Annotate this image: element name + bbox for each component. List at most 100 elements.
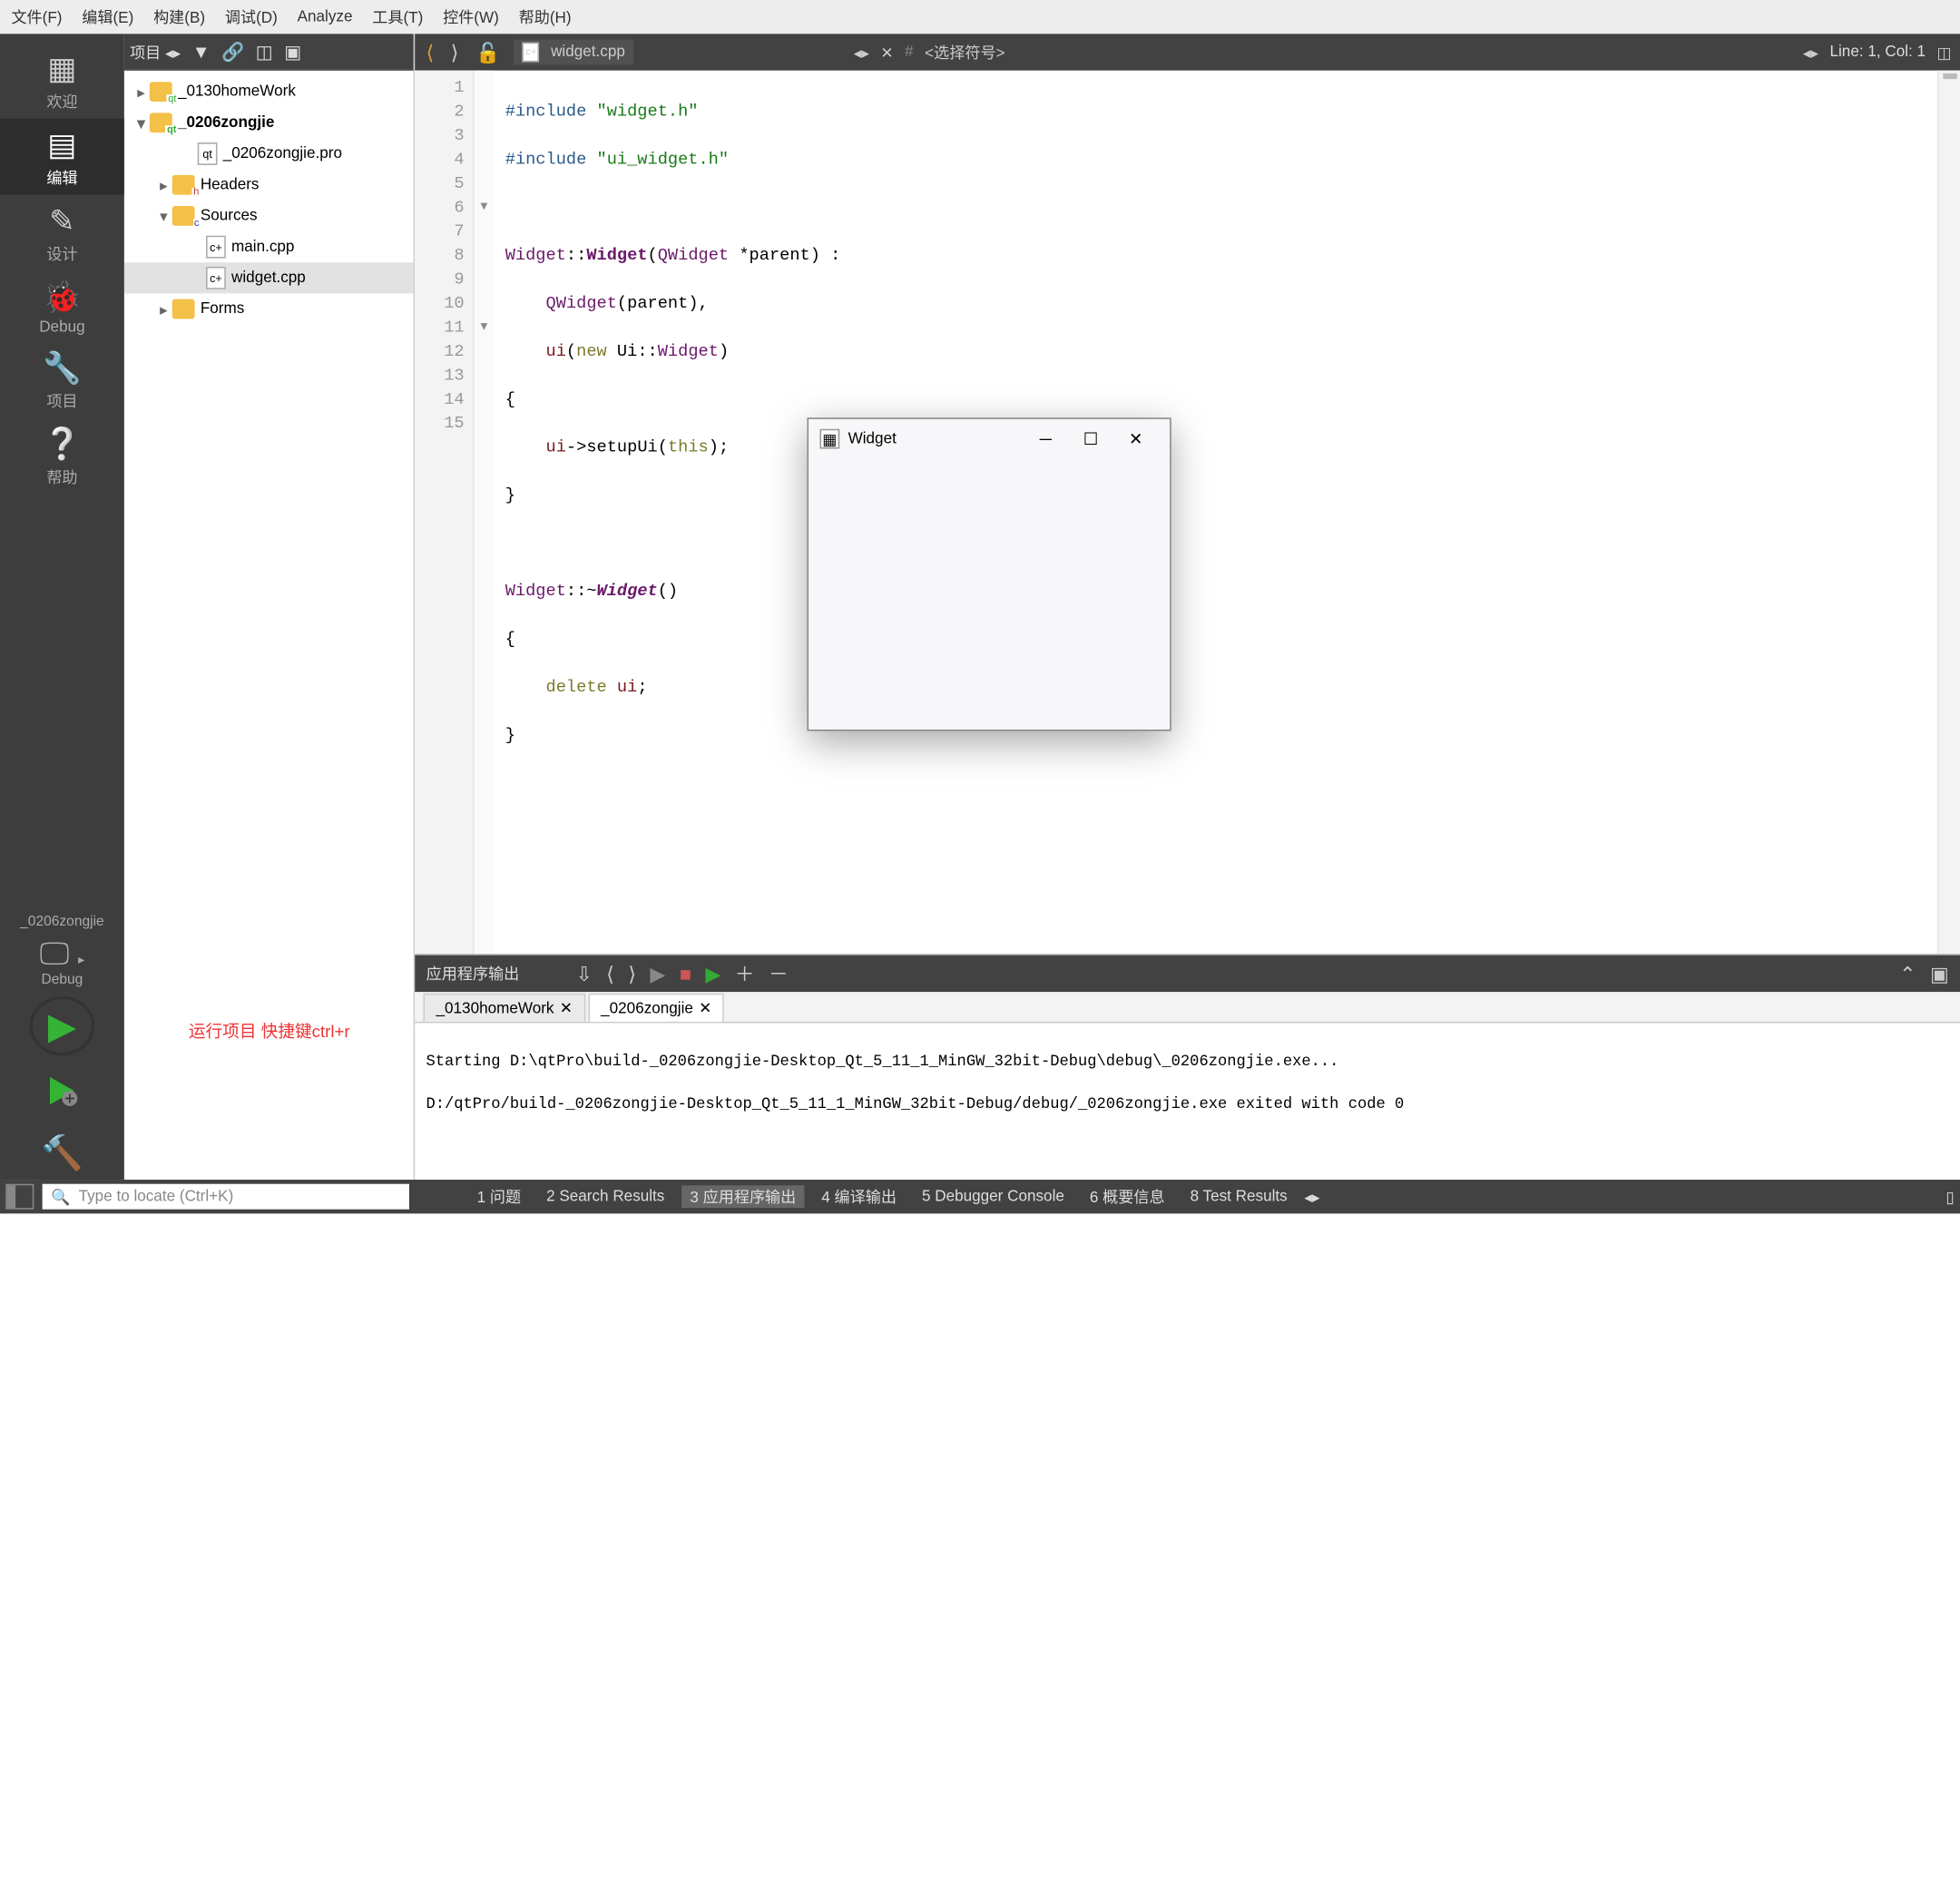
tree-pro-file[interactable]: qt_0206zongjie.pro — [124, 138, 414, 169]
editor-toolbar: ⟨ ⟩ 🔓 c+widget.cpp ◂▸ ✕ # <选择符号> ◂▸ Line… — [415, 34, 1960, 70]
tree-project-1[interactable]: ▾_0206zongjie — [124, 107, 414, 138]
status-general[interactable]: 6 概要信息 — [1082, 1185, 1173, 1208]
status-issues[interactable]: 1 问题 — [468, 1185, 529, 1208]
pro-file-icon: qt — [198, 142, 218, 165]
file-dropdown-icon[interactable]: ◂▸ — [854, 43, 869, 61]
collapse-icon[interactable]: ⌃ — [1899, 962, 1916, 985]
stop-icon[interactable]: ■ — [680, 963, 691, 985]
menu-edit[interactable]: 编辑(E) — [82, 5, 133, 28]
open-file-chip[interactable]: c+widget.cpp — [514, 40, 634, 65]
code-editor[interactable]: #include "widget.h" #include "ui_widget.… — [494, 71, 1937, 954]
output-body[interactable]: Starting D:\qtPro\build-_0206zongjie-Des… — [415, 1023, 1960, 1180]
question-icon: ❔ — [0, 426, 124, 463]
folder-icon — [172, 175, 195, 195]
tree-sources[interactable]: ▾Sources — [124, 201, 414, 231]
output-panel: 应用程序输出 ⇩ ⟨ ⟩ ▶ ■ ▶ ＋ － ⌃ ▣ _0130homeWork… — [415, 954, 1960, 1180]
project-selector[interactable]: 项目 ◂▸ — [130, 40, 181, 63]
menu-tools[interactable]: 工具(T) — [372, 5, 423, 28]
tree-main-cpp[interactable]: c+main.cpp — [124, 231, 414, 262]
status-app-output[interactable]: 3 应用程序输出 — [681, 1185, 805, 1208]
line-number-gutter: 123456789101112131415 — [415, 71, 474, 954]
fold-gutter[interactable]: ▾ ▾ — [475, 71, 495, 954]
nav-back-button[interactable]: ⟨ — [424, 40, 437, 64]
symbol-dropdown-icon[interactable]: ◂▸ — [1803, 43, 1818, 61]
close-editor-button[interactable]: ✕ — [880, 43, 893, 61]
mode-help[interactable]: ❔帮助 — [0, 417, 124, 494]
status-dropdown-icon[interactable]: ◂▸ — [1304, 1188, 1319, 1206]
status-search-results[interactable]: 2 Search Results — [538, 1188, 673, 1205]
filter-icon[interactable]: ▼ — [192, 41, 211, 62]
editor-area: ⟨ ⟩ 🔓 c+widget.cpp ◂▸ ✕ # <选择符号> ◂▸ Line… — [415, 34, 1960, 1180]
mode-projects[interactable]: 🔧项目 — [0, 341, 124, 417]
app-title: Widget — [848, 430, 897, 447]
expand-icon[interactable]: ▣ — [284, 40, 301, 63]
running-app-window[interactable]: ▦ Widget ─ ☐ ✕ — [808, 417, 1171, 730]
status-compile-output[interactable]: 4 编译输出 — [813, 1185, 905, 1208]
folder-icon — [172, 206, 195, 226]
rerun-icon[interactable]: ▶ — [705, 962, 720, 985]
mode-edit[interactable]: ▤编辑 — [0, 119, 124, 195]
run-debug-button[interactable] — [44, 1073, 80, 1119]
editor-scrollbar[interactable] — [1937, 71, 1960, 954]
remove-icon[interactable]: － — [769, 959, 789, 987]
output-title: 应用程序输出 — [426, 963, 520, 985]
prev-icon[interactable]: ⟨ — [606, 962, 614, 985]
tree-forms[interactable]: ▸Forms — [124, 293, 414, 324]
project-toolbar: 项目 ◂▸ ▼ 🔗 ◫ ▣ — [124, 34, 414, 70]
nav-forward-button[interactable]: ⟩ — [448, 40, 462, 64]
cpp-file-icon: c+ — [206, 267, 226, 289]
kit-selector[interactable]: _0206zongjie 🖵 ▸ Debug — [20, 915, 104, 988]
play-icon[interactable]: ▶ — [650, 962, 665, 985]
locator-input[interactable]: 🔍Type to locate (Ctrl+K) — [43, 1184, 409, 1210]
tree-widget-cpp[interactable]: c+widget.cpp — [124, 262, 414, 293]
minimize-button[interactable]: ─ — [1023, 429, 1068, 449]
tree-headers[interactable]: ▸Headers — [124, 170, 414, 201]
menu-widgets[interactable]: 控件(W) — [443, 5, 499, 28]
project-sidebar: 项目 ◂▸ ▼ 🔗 ◫ ▣ ▸_0130homeWork ▾_0206zongj… — [124, 34, 415, 1180]
wrench-icon: 🔧 — [0, 350, 124, 387]
menu-help[interactable]: 帮助(H) — [519, 5, 572, 28]
split-editor-button[interactable]: ◫ — [1936, 43, 1951, 61]
output-tab-0[interactable]: _0130homeWork ✕ — [424, 994, 586, 1022]
menubar: 文件(F) 编辑(E) 构建(B) 调试(D) Analyze 工具(T) 控件… — [0, 0, 1960, 34]
popout-icon[interactable]: ▣ — [1930, 962, 1949, 985]
cpp-file-icon: c+ — [523, 43, 540, 63]
output-tab-1[interactable]: _0206zongjie ✕ — [588, 994, 724, 1022]
progress-close-icon[interactable]: ▯ — [1945, 1188, 1954, 1206]
close-tab-icon[interactable]: ✕ — [699, 999, 711, 1017]
add-icon[interactable]: ＋ — [735, 959, 755, 987]
status-bar: 🔍Type to locate (Ctrl+K) 1 问题 2 Search R… — [0, 1180, 1960, 1213]
sidebar-toggle[interactable] — [5, 1184, 34, 1210]
mode-design[interactable]: ✎设计 — [0, 195, 124, 271]
menu-debug[interactable]: 调试(D) — [225, 5, 278, 28]
line-col-indicator[interactable]: Line: 1, Col: 1 — [1829, 44, 1926, 61]
attach-icon[interactable]: ⇩ — [575, 962, 592, 985]
app-titlebar[interactable]: ▦ Widget ─ ☐ ✕ — [808, 419, 1170, 459]
link-icon[interactable]: 🔗 — [221, 40, 244, 63]
mode-bar: ▦欢迎 ▤编辑 ✎设计 🐞Debug 🔧项目 ❔帮助 _0206zongjie … — [0, 34, 124, 1180]
annotation-run: 运行项目 快捷键ctrl+r — [189, 1019, 350, 1043]
menu-file[interactable]: 文件(F) — [11, 5, 62, 28]
menu-build[interactable]: 构建(B) — [153, 5, 205, 28]
status-test-results[interactable]: 8 Test Results — [1181, 1188, 1296, 1205]
document-icon: ▤ — [0, 127, 124, 163]
pencil-icon: ✎ — [0, 203, 124, 240]
status-debugger-console[interactable]: 5 Debugger Console — [914, 1188, 1073, 1205]
lock-icon: 🔓 — [473, 40, 503, 64]
tree-project-0[interactable]: ▸_0130homeWork — [124, 76, 414, 107]
run-button[interactable]: ▶ — [30, 996, 95, 1055]
symbol-selector[interactable]: <选择符号> — [925, 41, 1004, 64]
maximize-button[interactable]: ☐ — [1068, 429, 1113, 449]
monitor-icon: 🖵 ▸ — [20, 936, 104, 972]
mode-debug[interactable]: 🐞Debug — [0, 271, 124, 342]
close-button[interactable]: ✕ — [1113, 429, 1159, 449]
folder-icon — [172, 299, 195, 319]
next-icon[interactable]: ⟩ — [628, 962, 636, 985]
build-button[interactable]: 🔨 — [41, 1133, 83, 1174]
menu-analyze[interactable]: Analyze — [298, 8, 353, 25]
mode-welcome[interactable]: ▦欢迎 — [0, 43, 124, 119]
bug-icon: 🐞 — [0, 279, 124, 316]
cpp-file-icon: c+ — [206, 236, 226, 259]
split-icon[interactable]: ◫ — [256, 40, 273, 63]
close-tab-icon[interactable]: ✕ — [560, 999, 573, 1017]
